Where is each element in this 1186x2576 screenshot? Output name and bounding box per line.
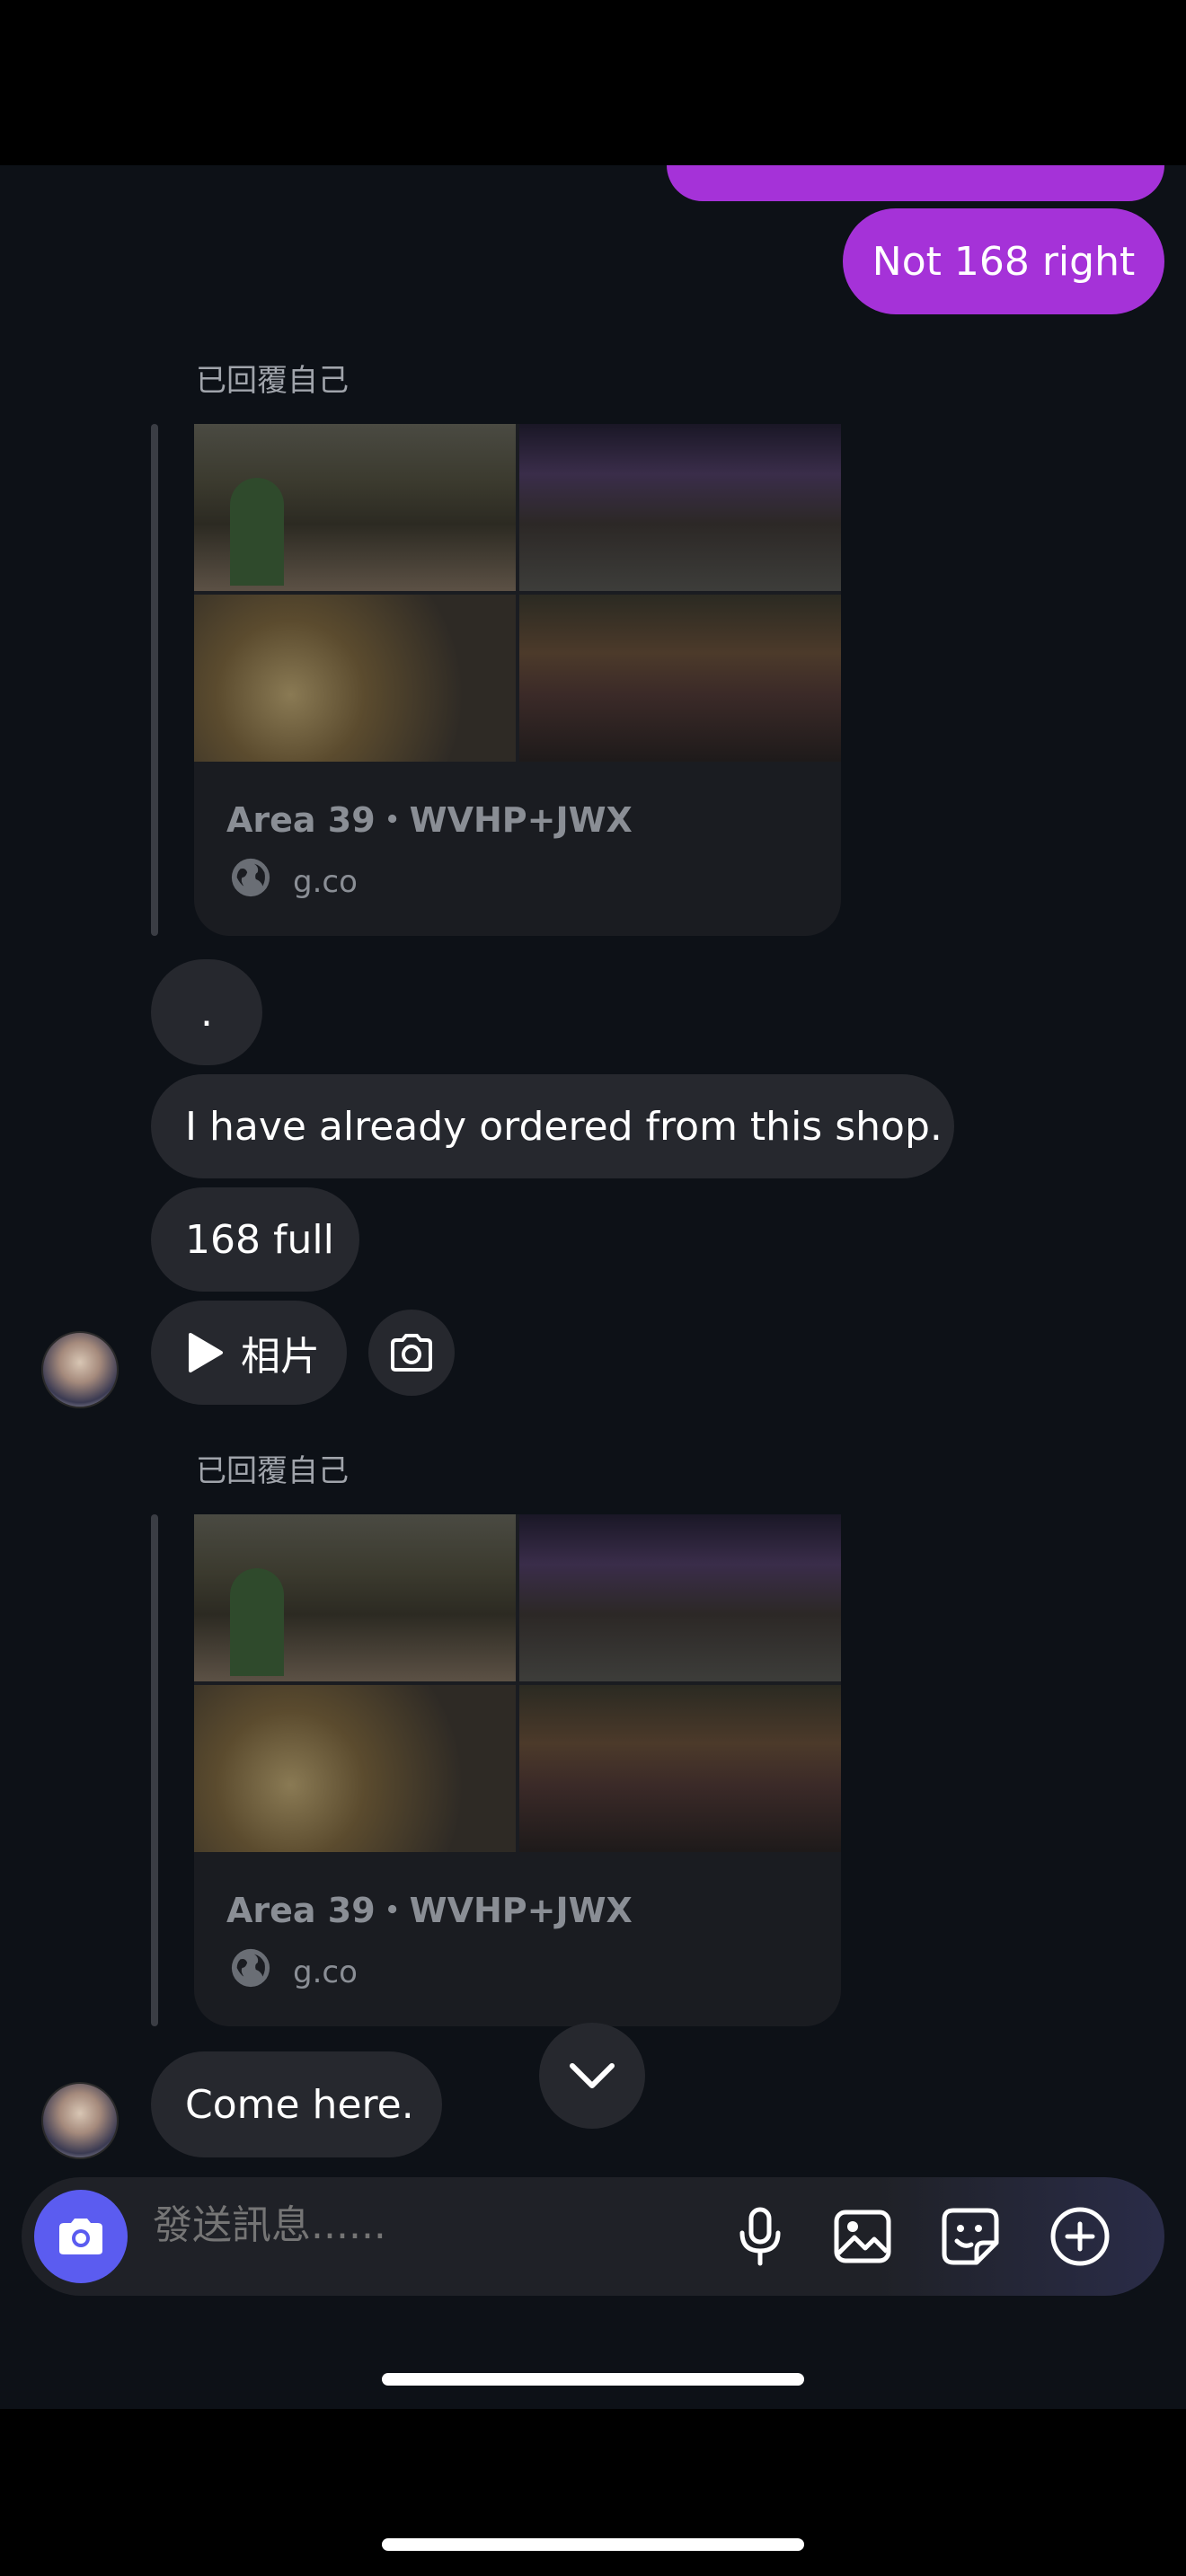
message-text: 168 full	[185, 1216, 334, 1263]
message-text: Come here.	[185, 2081, 414, 2128]
link-title: Area 39・WVHP+JWX	[226, 800, 633, 840]
scroll-to-bottom-button[interactable]	[539, 2023, 645, 2129]
globe-icon	[231, 1948, 270, 1988]
microphone-button[interactable]	[728, 2204, 792, 2269]
photo-grid	[194, 1514, 841, 1852]
preview-photo	[194, 1685, 516, 1852]
camera-button[interactable]	[34, 2190, 128, 2283]
home-indicator[interactable]	[382, 2373, 804, 2386]
preview-photo	[519, 424, 841, 591]
link-domain: g.co	[293, 864, 358, 900]
link-title: Area 39・WVHP+JWX	[226, 1891, 633, 1930]
camera-reply-button[interactable]	[368, 1310, 455, 1396]
chevron-down-icon	[570, 2063, 615, 2088]
message-text: .	[200, 989, 213, 1036]
message-input[interactable]	[153, 2202, 692, 2248]
incoming-message[interactable]: Come here.	[151, 2051, 442, 2157]
message-text: I have already ordered from this shop.	[185, 1103, 943, 1150]
preview-photo	[194, 1514, 516, 1681]
preview-photo	[194, 424, 516, 591]
message-composer	[22, 2177, 1164, 2296]
message-thread[interactable]: Not 168 right 已回覆自己 Area 39・WVHP+JWX g.c…	[0, 165, 1186, 2409]
sticker-icon	[942, 2208, 999, 2265]
link-preview-card[interactable]: Area 39・WVHP+JWX g.co	[194, 1514, 841, 2026]
globe-icon	[231, 858, 270, 897]
camera-icon	[391, 1334, 432, 1372]
gallery-button[interactable]	[830, 2204, 895, 2269]
reply-label: 已回覆自己	[196, 1453, 349, 1489]
incoming-message[interactable]: 168 full	[151, 1187, 359, 1292]
reply-indicator-bar	[151, 1514, 158, 2026]
more-options-button[interactable]	[1048, 2204, 1112, 2269]
reply-indicator-bar	[151, 424, 158, 936]
outgoing-message-partial[interactable]	[667, 165, 1164, 201]
sticker-button[interactable]	[938, 2204, 1003, 2269]
avatar[interactable]	[41, 1331, 119, 1408]
link-domain: g.co	[293, 1954, 358, 1990]
preview-photo	[194, 595, 516, 762]
preview-photo	[519, 1685, 841, 1852]
image-icon	[834, 2210, 891, 2263]
preview-photo	[519, 1514, 841, 1681]
video-message[interactable]: 相片	[151, 1301, 347, 1405]
microphone-icon	[739, 2207, 781, 2266]
incoming-message[interactable]: I have already ordered from this shop.	[151, 1074, 954, 1178]
chat-screen: Not 168 right 已回覆自己 Area 39・WVHP+JWX g.c…	[0, 0, 1186, 2576]
avatar[interactable]	[41, 2082, 119, 2159]
message-text: Not 168 right	[872, 238, 1136, 285]
preview-photo	[519, 595, 841, 762]
plus-icon	[1050, 2207, 1110, 2266]
camera-icon	[59, 2219, 102, 2254]
incoming-message[interactable]: .	[151, 959, 262, 1065]
link-preview-card[interactable]: Area 39・WVHP+JWX g.co	[194, 424, 841, 936]
home-indicator-outer[interactable]	[382, 2538, 804, 2551]
photo-grid	[194, 424, 841, 762]
reply-label: 已回覆自己	[196, 363, 349, 399]
play-icon	[189, 1333, 223, 1372]
video-label: 相片	[241, 1334, 320, 1380]
outgoing-message[interactable]: Not 168 right	[843, 208, 1164, 314]
